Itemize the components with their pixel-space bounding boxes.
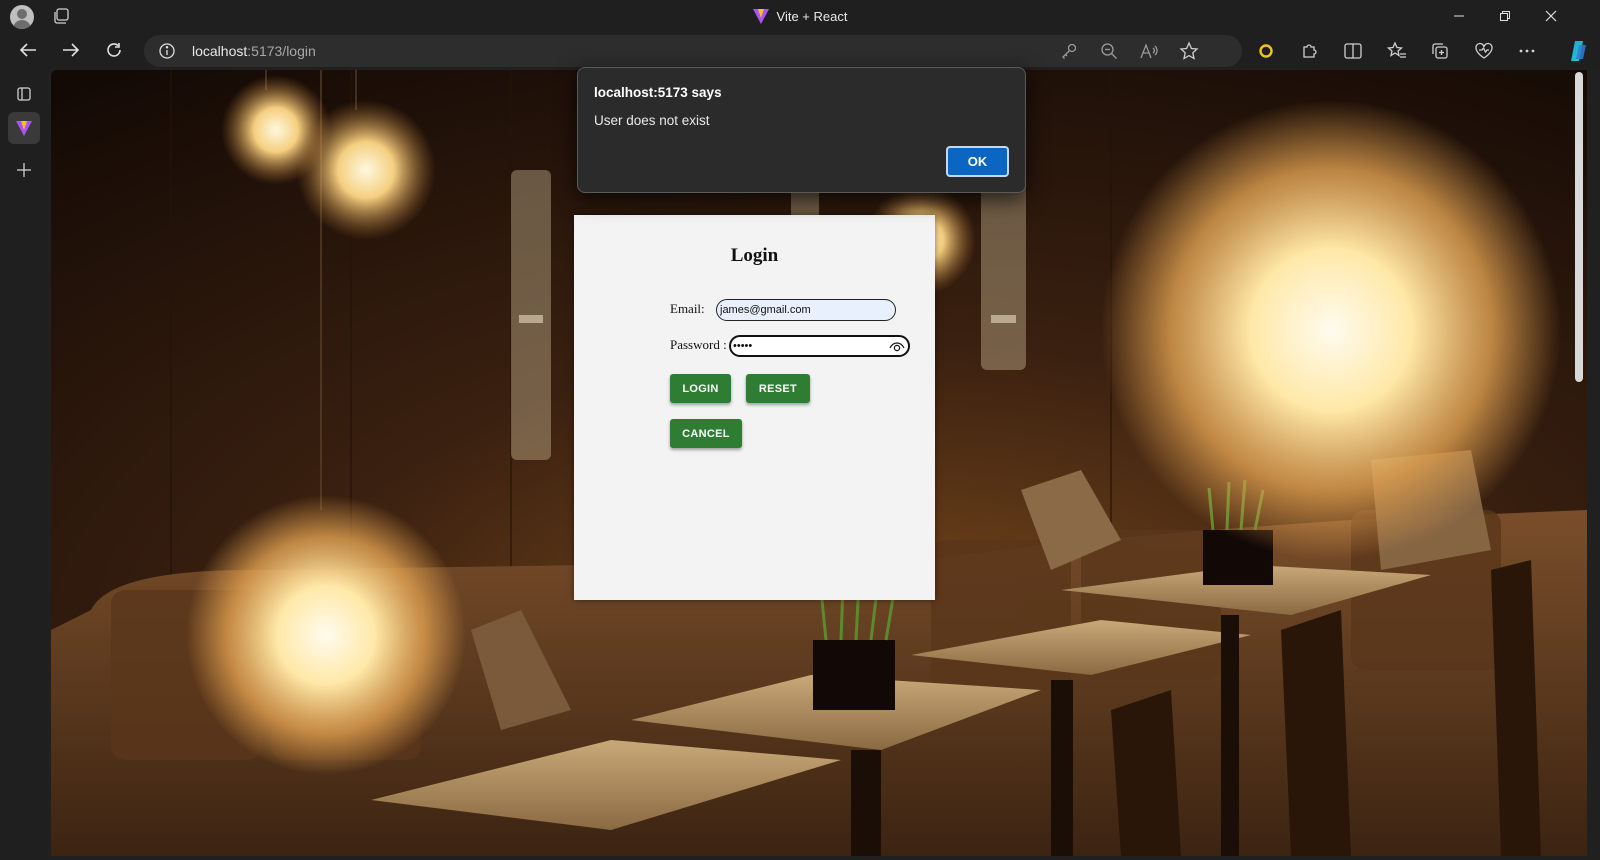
favorites-button[interactable] <box>1384 38 1410 64</box>
forward-button[interactable] <box>56 36 86 64</box>
read-aloud-button[interactable] <box>1139 41 1159 61</box>
new-tab-plus-icon <box>17 163 31 177</box>
password-input[interactable] <box>732 338 882 354</box>
favorites-icon <box>1387 41 1406 58</box>
url-text[interactable]: localhost:5173/login <box>192 35 316 67</box>
window-title: Vite + React <box>0 0 1600 32</box>
more-icon <box>1519 49 1535 53</box>
extension-circle-button[interactable] <box>1253 38 1279 64</box>
vite-tab-icon <box>16 120 32 136</box>
tab-actions-icon <box>17 87 31 101</box>
url-path: :5173/login <box>247 43 316 59</box>
read-aloud-icon <box>1140 43 1158 59</box>
address-bar[interactable]: localhost:5173/login <box>144 35 1242 67</box>
title-bar: Vite + React <box>0 0 1600 32</box>
url-host: localhost <box>192 43 248 59</box>
alert-ok-button[interactable]: OK <box>946 146 1009 177</box>
vertical-tabs-sidebar <box>0 68 48 860</box>
extensions-icon <box>1303 44 1317 58</box>
close-button[interactable] <box>1528 0 1574 32</box>
minimize-button[interactable] <box>1436 0 1482 32</box>
password-label: Password : <box>670 337 727 352</box>
refresh-button[interactable] <box>99 36 129 64</box>
window-title-text: Vite + React <box>776 8 848 24</box>
password-field[interactable] <box>729 335 910 357</box>
tab-vite-react[interactable] <box>8 112 40 144</box>
favorite-star-icon <box>1179 41 1199 60</box>
minimize-icon <box>1454 15 1464 17</box>
copilot-icon <box>1571 41 1586 61</box>
favorite-button[interactable] <box>1179 41 1199 61</box>
restore-button[interactable] <box>1482 0 1528 32</box>
login-title: Login <box>730 245 779 266</box>
tab-actions-button[interactable] <box>8 78 40 110</box>
zoom-button[interactable] <box>1099 41 1119 61</box>
site-info-icon[interactable] <box>158 42 176 60</box>
alert-message: User does not exist <box>594 113 710 128</box>
key-icon <box>1062 43 1077 59</box>
vite-logo-icon <box>752 8 769 24</box>
collections-button[interactable] <box>1427 38 1453 64</box>
email-label: Email: <box>670 301 705 316</box>
email-input[interactable] <box>716 299 896 321</box>
back-button[interactable] <box>13 36 43 64</box>
forward-icon <box>63 43 80 57</box>
restore-icon <box>1500 11 1510 21</box>
close-icon <box>1545 10 1557 22</box>
extensions-button[interactable] <box>1297 38 1323 64</box>
password-key-button[interactable] <box>1059 41 1079 61</box>
split-screen-icon <box>1344 43 1362 59</box>
extension-circle-icon <box>1259 44 1273 58</box>
login-panel: Login Email: Password : LOGIN RESET CANC… <box>574 215 935 600</box>
copilot-button[interactable] <box>1565 38 1591 64</box>
collections-icon <box>1432 43 1448 59</box>
alert-dialog: localhost:5173 says User does not exist … <box>577 67 1026 193</box>
alert-origin: localhost:5173 says <box>594 85 722 100</box>
new-tab-button[interactable] <box>8 154 40 186</box>
browser-essentials-icon <box>1475 42 1493 59</box>
split-screen-button[interactable] <box>1340 38 1366 64</box>
back-icon <box>19 43 36 57</box>
page-scrollbar[interactable] <box>1575 72 1583 382</box>
browser-essentials-button[interactable] <box>1471 38 1497 64</box>
more-button[interactable] <box>1514 38 1540 64</box>
show-password-eye-icon[interactable] <box>889 339 905 353</box>
login-button[interactable]: LOGIN <box>670 374 731 403</box>
refresh-icon <box>107 43 121 57</box>
reset-button[interactable]: RESET <box>746 374 810 403</box>
cancel-button[interactable]: CANCEL <box>670 419 742 448</box>
navigation-bar: localhost:5173/login <box>0 32 1600 68</box>
zoom-out-icon <box>1101 43 1117 59</box>
